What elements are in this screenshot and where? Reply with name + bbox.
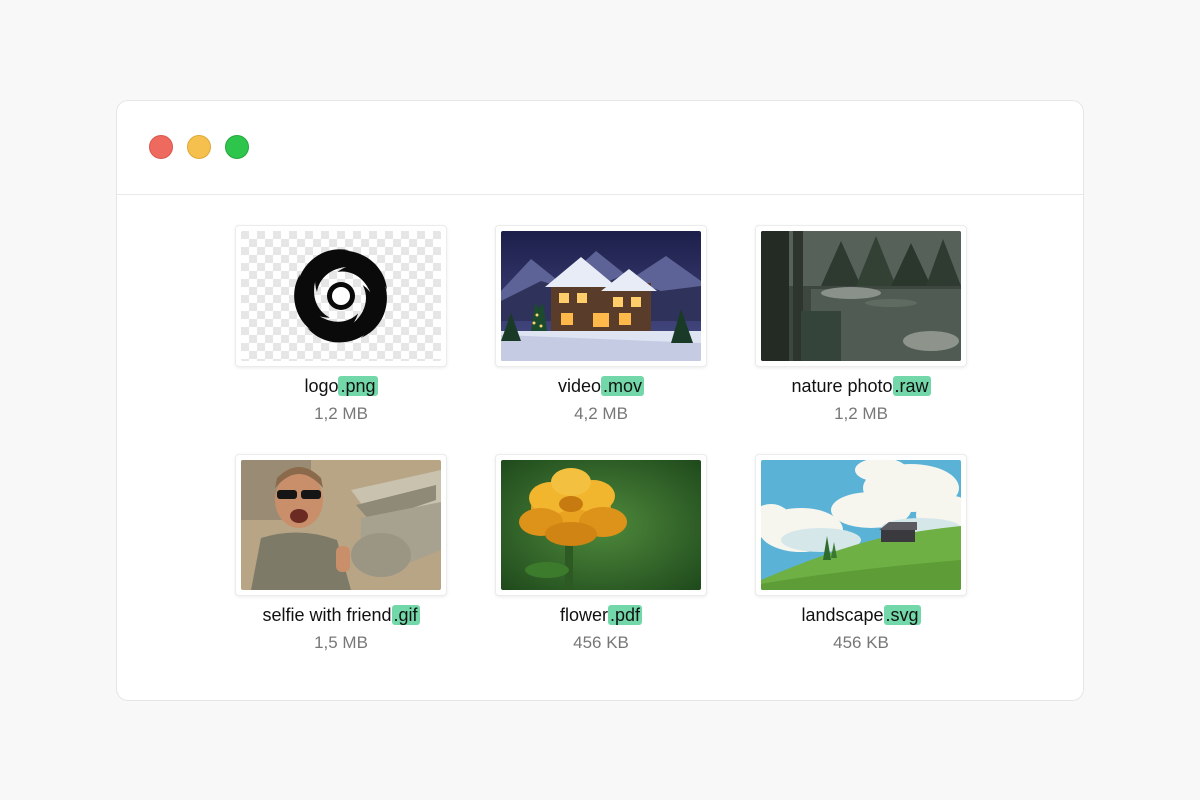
file-item-logo[interactable]: logo .png 1,2 MB (235, 225, 447, 424)
file-browser-window: logo .png 1,2 MB video .mov 4,2 MB natur… (116, 100, 1084, 701)
file-extension-highlight: .mov (601, 376, 645, 396)
file-size: 4,2 MB (574, 404, 628, 423)
file-item-nature-photo[interactable]: nature photo .raw 1,2 MB (755, 225, 967, 424)
file-thumbnail[interactable] (235, 225, 447, 367)
file-name: landscape .svg (801, 605, 921, 625)
file-name: video .mov (557, 376, 645, 396)
snowy-house-image (501, 231, 701, 361)
file-item-flower[interactable]: flower .pdf 456 KB (495, 454, 707, 653)
file-size: 1,2 MB (834, 404, 888, 423)
selfie-crocodile-image (241, 460, 441, 590)
file-item-selfie-with-friend[interactable]: selfie with friend .gif 1,5 MB (235, 454, 447, 653)
forest-lake-image (761, 231, 961, 361)
file-item-video[interactable]: video .mov 4,2 MB (495, 225, 707, 424)
maximize-window-button[interactable] (225, 135, 249, 159)
hill-landscape-image (761, 460, 961, 590)
file-grid: logo .png 1,2 MB video .mov 4,2 MB natur… (235, 225, 967, 653)
marigold-flower-image (501, 460, 701, 590)
title-bar (117, 101, 1083, 195)
file-extension-highlight: .gif (391, 605, 420, 625)
file-size: 456 KB (573, 633, 629, 652)
file-name: nature photo .raw (791, 376, 931, 396)
minimize-window-button[interactable] (187, 135, 211, 159)
file-extension-highlight: .png (338, 376, 378, 396)
file-thumbnail[interactable] (495, 225, 707, 367)
file-item-landscape[interactable]: landscape .svg 456 KB (755, 454, 967, 653)
file-thumbnail[interactable] (235, 454, 447, 596)
close-window-button[interactable] (149, 135, 173, 159)
file-thumbnail[interactable] (755, 454, 967, 596)
file-thumbnail[interactable] (495, 454, 707, 596)
file-size: 456 KB (833, 633, 889, 652)
spiral-logo-image (241, 231, 441, 361)
file-thumbnail[interactable] (755, 225, 967, 367)
file-extension-highlight: .svg (883, 605, 921, 625)
file-size: 1,2 MB (314, 404, 368, 423)
file-size: 1,5 MB (314, 633, 368, 652)
file-extension-highlight: .pdf (607, 605, 643, 625)
file-name: flower .pdf (559, 605, 643, 625)
file-name: selfie with friend .gif (262, 605, 420, 625)
file-extension-highlight: .raw (892, 376, 931, 396)
file-name: logo .png (304, 376, 378, 396)
